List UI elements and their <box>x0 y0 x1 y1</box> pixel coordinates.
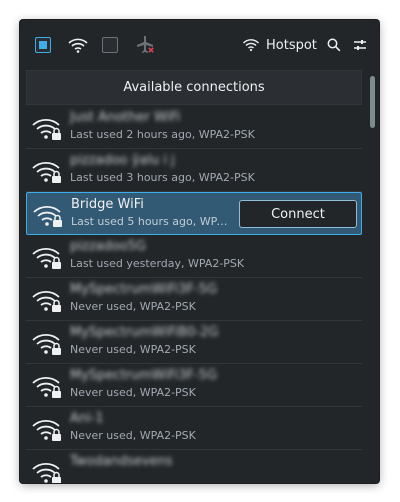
connection-name: Ani-1 <box>70 411 104 426</box>
airplane-mode-checkbox-box[interactable] <box>102 37 118 53</box>
airplane-mode-checkbox[interactable] <box>101 34 119 56</box>
header-title: Available connections <box>123 80 265 95</box>
connection-name: MySpectrumWiFiB0-2G <box>70 325 219 340</box>
connection-status: Last used 2 hours ago, WPA2-PSK <box>70 128 255 141</box>
connection-status: Last used yesterday, WPA2-PSK <box>70 257 245 270</box>
connection-row[interactable]: MySpectrumWiFi3F-5G Never used, WPA2-PSK <box>26 364 362 407</box>
wifi-secured-icon <box>30 114 64 142</box>
connection-row[interactable]: pizzadoo5G Last used yesterday, WPA2-PSK <box>26 235 362 278</box>
connect-button[interactable]: Connect <box>239 200 357 228</box>
wifi-secured-icon <box>30 329 64 357</box>
connection-status: Never used, WPA2-PSK <box>70 386 196 399</box>
connections-list: Just Another WiFi Last used 2 hours ago, … <box>26 106 362 483</box>
wifi-secured-icon <box>30 286 64 314</box>
scrollbar-thumb[interactable] <box>370 76 375 128</box>
connection-status: Never used, WPA2-PSK <box>70 429 196 442</box>
network-applet-panel: Hotspot Available connections Just Anoth… <box>20 20 379 483</box>
wifi-icon <box>66 34 90 56</box>
connection-status: Never used, WPA2-PSK <box>70 300 196 313</box>
connection-row-selected[interactable]: Bridge WiFi Last used 5 hours ago, WPA2-P… <box>26 192 362 235</box>
wifi-enable-checkbox[interactable] <box>34 34 52 56</box>
search-icon[interactable] <box>325 34 343 56</box>
wifi-secured-icon <box>30 372 64 400</box>
connection-name: Just Another WiFi <box>70 110 181 125</box>
connection-name: MySpectrumWiFi3F-5G <box>70 368 218 383</box>
connection-status: Last used 3 hours ago, WPA2-PSK <box>70 171 255 184</box>
wifi-secured-icon <box>30 458 64 483</box>
hotspot-label: Hotspot <box>266 37 317 53</box>
wifi-secured-icon <box>30 157 64 185</box>
connection-status: Never used, WPA2-PSK <box>70 343 196 356</box>
connection-name: Twodandsevens <box>70 454 173 469</box>
wifi-secured-icon <box>31 201 65 229</box>
connection-status: Last used 5 hours ago, WPA2-PSK <box>71 215 231 228</box>
connection-name: pizzadoo ŷalu i j <box>70 153 175 168</box>
connection-row[interactable]: MySpectrumWiFiB0-2G Never used, WPA2-PSK <box>26 321 362 364</box>
connection-name: pizzadoo5G <box>70 239 146 254</box>
connection-row[interactable]: Ani-1 Never used, WPA2-PSK <box>26 407 362 450</box>
hotspot-button[interactable]: Hotspot <box>242 34 317 56</box>
settings-icon[interactable] <box>351 34 369 56</box>
hotspot-icon <box>243 39 259 52</box>
wifi-secured-icon <box>30 243 64 271</box>
connection-row[interactable]: Just Another WiFi Last used 2 hours ago, … <box>26 106 362 149</box>
airplane-mode-off-icon <box>134 34 158 56</box>
scrollbar[interactable] <box>370 74 375 479</box>
wifi-enable-checkbox-box[interactable] <box>35 37 51 53</box>
connection-name: Bridge WiFi <box>71 197 144 212</box>
wifi-secured-icon <box>30 415 64 443</box>
toolbar: Hotspot <box>20 20 379 70</box>
available-connections-header: Available connections <box>26 70 362 105</box>
connection-name: MySpectrumWiFi3F-5G <box>70 282 218 297</box>
connection-row[interactable]: MySpectrumWiFi3F-5G Never used, WPA2-PSK <box>26 278 362 321</box>
connection-row[interactable]: Twodandsevens <box>26 450 362 483</box>
connection-row[interactable]: pizzadoo ŷalu i j Last used 3 hours ago, … <box>26 149 362 192</box>
